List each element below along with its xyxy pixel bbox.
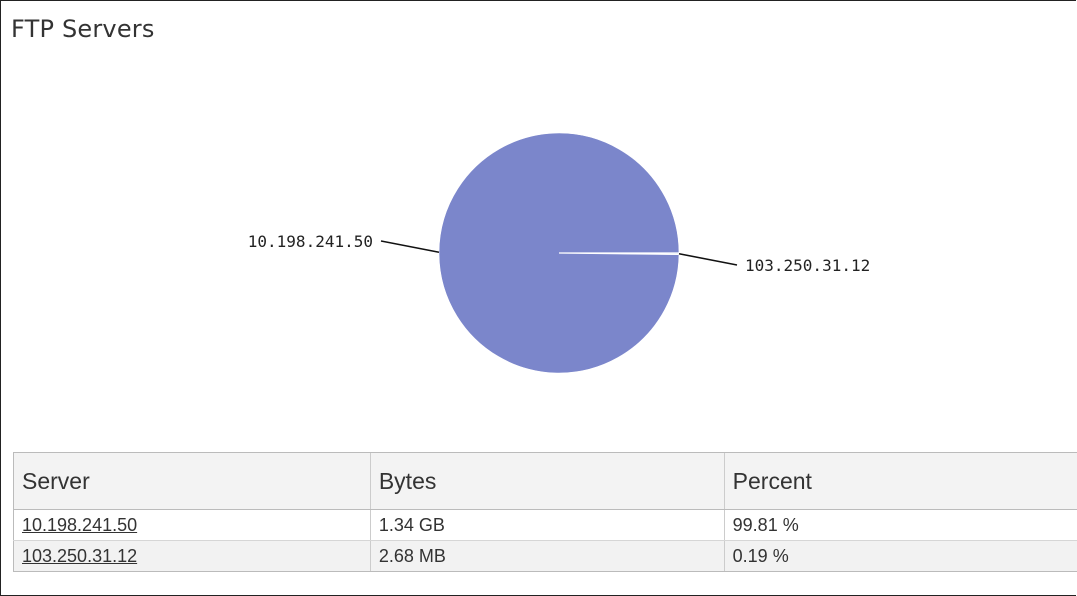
server-cell: 10.198.241.50	[13, 509, 371, 541]
pie-slice-label: 103.250.31.12	[745, 256, 870, 275]
table-header-row: Server Bytes Percent	[13, 452, 1077, 510]
table-row: 10.198.241.50 1.34 GB 99.81 %	[13, 509, 1077, 541]
column-header-percent[interactable]: Percent	[723, 452, 1077, 510]
pie-chart: 10.198.241.50 103.250.31.12	[248, 132, 870, 374]
bytes-cell: 2.68 MB	[369, 540, 725, 572]
pie-leader-line	[380, 240, 440, 254]
column-header-bytes[interactable]: Bytes	[369, 452, 725, 510]
pie-leader-line	[678, 252, 738, 266]
ftp-servers-panel: FTP Servers 10.198.241.50 103.250.31.12 S…	[0, 0, 1077, 596]
panel-title: FTP Servers	[11, 15, 155, 43]
ftp-servers-table: Server Bytes Percent 10.198.241.50 1.34 …	[13, 452, 1077, 572]
pie-slice-label: 10.198.241.50	[248, 232, 373, 251]
percent-cell: 99.81 %	[723, 509, 1077, 541]
table-row: 103.250.31.12 2.68 MB 0.19 %	[13, 540, 1077, 572]
bytes-cell: 1.34 GB	[369, 509, 725, 541]
server-link[interactable]: 103.250.31.12	[22, 546, 137, 566]
server-link[interactable]: 10.198.241.50	[22, 515, 137, 535]
percent-cell: 0.19 %	[723, 540, 1077, 572]
server-cell: 103.250.31.12	[13, 540, 371, 572]
column-header-server[interactable]: Server	[13, 452, 371, 510]
